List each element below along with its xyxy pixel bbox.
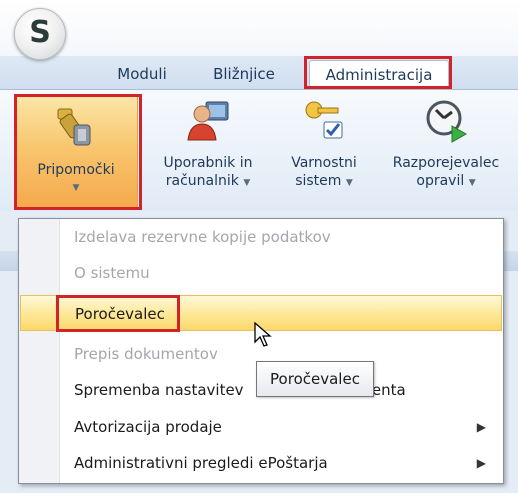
user-computer-icon [187,101,229,141]
uporabnik-racunalnik-button[interactable]: Uporabnik in računalnik ▼ [150,96,266,206]
tab-bliznjice[interactable]: Bližnjice [196,60,292,88]
razporejevalec-label-line1: Razporejevalec [392,155,500,171]
menu-item-backup[interactable]: Izdelava rezervne kopije podatkov [20,219,502,255]
razporejevalec-opravil-button[interactable]: Razporejevalec opravil ▼ [380,96,512,206]
pripomocki-button[interactable]: Pripomočki ▼ [14,94,138,208]
pripomocki-dropdown-menu: Izdelava rezervne kopije podatkov O sist… [18,218,504,484]
app-menu-button[interactable]: S [14,8,66,60]
varnostni-sistem-button[interactable]: Varnostni sistem ▼ [276,96,372,206]
tools-icon [57,108,91,146]
chevron-down-icon: ▼ [243,178,251,188]
menu-item-o-sistemu[interactable]: O sistemu [20,255,502,291]
submenu-arrow-icon: ▶ [476,456,486,470]
uporabnik-label-line2: računalnik ▼ [165,173,251,189]
tooltip: Poročevalec [256,361,374,397]
submenu-arrow-icon: ▶ [476,420,486,434]
title-bar [0,0,518,56]
scheduler-clock-icon [426,100,468,143]
menu-item-avtorizacija-prodaje[interactable]: Avtorizacija prodaje ▶ [20,409,502,445]
menu-item-administrativni-pregledi[interactable]: Administrativni pregledi ePoštarja ▶ [20,445,502,481]
chevron-down-icon: ▼ [468,178,476,188]
tab-moduli[interactable]: Moduli [98,60,186,88]
tab-administracija[interactable]: Administracija [309,60,449,89]
varnostni-label-line1: Varnostni [291,155,357,171]
app-logo-letter: S [29,15,51,50]
chevron-down-icon: ▼ [72,183,80,193]
mouse-pointer-icon [254,322,272,347]
chevron-down-icon: ▼ [345,178,353,188]
razporejevalec-label-line2: opravil ▼ [416,173,476,189]
varnostni-label-line2: sistem ▼ [295,173,353,189]
uporabnik-label-line1: Uporabnik in [163,155,253,171]
security-keys-icon [305,101,343,139]
pripomocki-label: Pripomočki [37,162,115,178]
